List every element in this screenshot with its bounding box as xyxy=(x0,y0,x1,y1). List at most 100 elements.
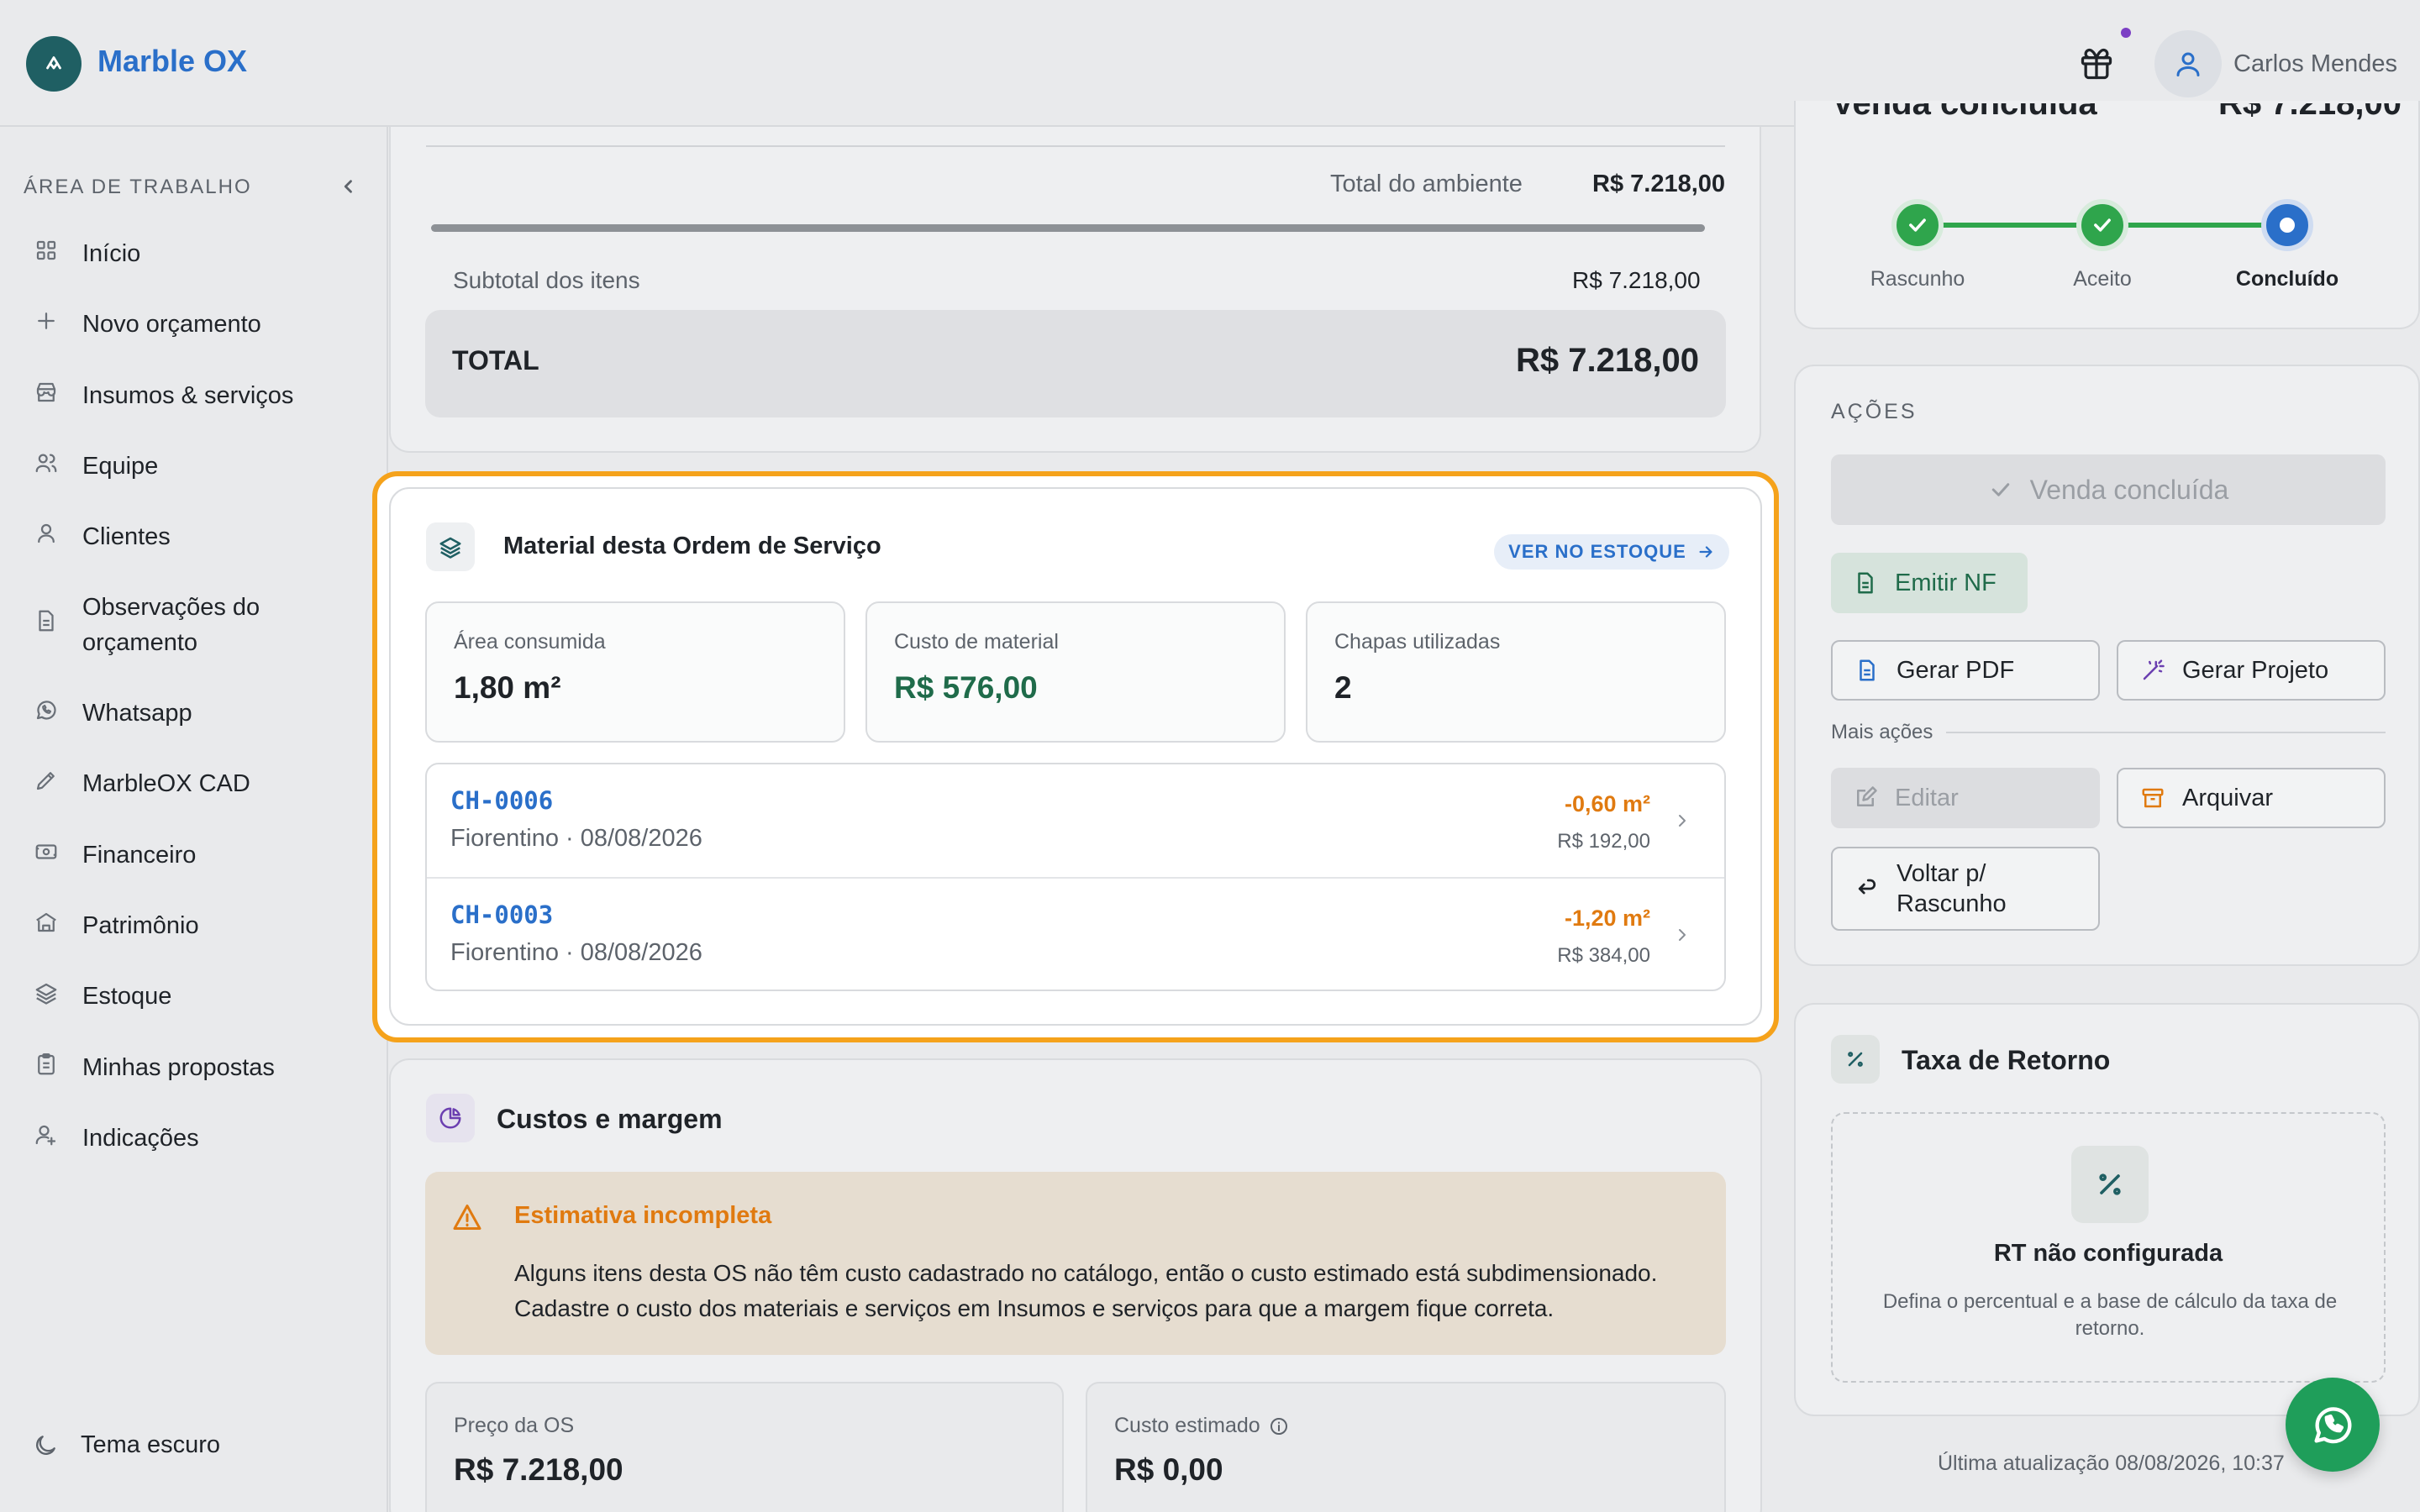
view-stock-link[interactable]: VER NO ESTOQUE xyxy=(1494,534,1729,570)
plus-icon xyxy=(38,312,55,329)
back-to-draft-label: Voltar p/ Rascunho xyxy=(1897,860,2007,917)
store-icon xyxy=(36,382,56,402)
total-ambiente-label: Total do ambiente xyxy=(1330,171,1523,197)
sidebar-item-indicacoes[interactable]: Indicações xyxy=(34,1121,378,1156)
sheet-subtitle: Fiorentino · 08/08/2026 xyxy=(450,939,702,966)
sidebar-item-label: Patrimônio xyxy=(82,912,199,939)
stat-material-cost: Custo de material R$ 576,00 xyxy=(865,601,1286,743)
sidebar-item-label: Estoque xyxy=(82,983,172,1010)
sidebar-item-label: Clientes xyxy=(82,523,171,550)
archive-label: Arquivar xyxy=(2182,784,2273,811)
more-actions-label: Mais ações xyxy=(1831,721,1933,743)
user-icon xyxy=(38,523,55,543)
magic-wand-icon xyxy=(2143,659,2165,680)
return-rate-empty-state[interactable]: RT não configurada Defina o percentual e… xyxy=(1831,1112,2386,1383)
grand-total-label: TOTAL xyxy=(452,345,539,375)
whatsapp-icon xyxy=(2314,1407,2352,1444)
sidebar-item-label: Minhas propostas xyxy=(82,1054,275,1081)
sheet-quantity: -0,60 m² xyxy=(1564,791,1650,816)
estimated-cost-box: Custo estimado R$ 0,00 xyxy=(1086,1382,1726,1512)
sheet-cost: R$ 192,00 xyxy=(1557,830,1650,853)
sidebar-item-label: Observações do orçamento xyxy=(82,594,260,656)
return-rate-title: Taxa de Retorno xyxy=(1902,1045,2111,1075)
theme-toggle[interactable]: Tema escuro xyxy=(32,1431,220,1459)
actions-heading: AÇÕES xyxy=(1831,400,1918,423)
totals-card: Total do ambiente R$ 7.218,00 Subtotal d… xyxy=(389,127,1761,453)
whatsapp-icon xyxy=(36,701,56,720)
stat-value: 2 xyxy=(1334,670,1352,705)
check-icon xyxy=(1991,483,2009,496)
sidebar-item-insumos[interactable]: Insumos & serviços xyxy=(34,378,378,413)
generate-project-button[interactable]: Gerar Projeto xyxy=(2117,640,2386,701)
sidebar-item-financeiro[interactable]: Financeiro xyxy=(34,837,378,873)
emit-nf-button[interactable]: Emitir NF xyxy=(1831,553,2028,613)
users-icon xyxy=(35,454,57,473)
brand-logo-icon[interactable] xyxy=(26,36,82,92)
sidebar-item-label: Whatsapp xyxy=(82,700,192,727)
sheet-row[interactable]: CH-0003 Fiorentino · 08/08/2026 -1,20 m²… xyxy=(427,877,1724,990)
grid-icon xyxy=(36,240,56,260)
grand-total-box: TOTAL R$ 7.218,00 xyxy=(425,310,1726,417)
sidebar-item-estoque[interactable]: Estoque xyxy=(34,979,378,1014)
status-heading-clipped: Venda concluída xyxy=(1832,103,2097,137)
sidebar-item-clientes[interactable]: Clientes xyxy=(34,519,378,554)
step-connector xyxy=(1918,223,2102,228)
moon-icon xyxy=(36,1435,55,1455)
estimated-cost-value: R$ 0,00 xyxy=(1114,1452,1223,1487)
theme-toggle-label: Tema escuro xyxy=(81,1431,221,1458)
sidebar-item-observacoes[interactable]: Observações do orçamento xyxy=(34,590,378,660)
return-rate-card: Taxa de Retorno RT não configurada Defin… xyxy=(1794,1003,2420,1416)
whatsapp-fab[interactable] xyxy=(2286,1378,2380,1472)
rt-empty-body: Defina o percentual e a base de cálculo … xyxy=(1882,1290,2338,1340)
sidebar-item-propostas[interactable]: Minhas propostas xyxy=(34,1050,378,1085)
gift-icon[interactable] xyxy=(2078,45,2115,82)
sheet-row[interactable]: CH-0006 Fiorentino · 08/08/2026 -0,60 m²… xyxy=(427,764,1724,877)
return-arrow-icon xyxy=(1858,879,1876,895)
sidebar-heading: ÁREA DE TRABALHO xyxy=(24,176,252,198)
subtotal-value: R$ 7.218,00 xyxy=(1572,267,1701,293)
divider xyxy=(426,145,1725,147)
brand-name[interactable]: Marble OX xyxy=(97,44,247,79)
pencil-icon xyxy=(36,772,55,790)
alert-title: Estimativa incompleta xyxy=(514,1202,772,1229)
layers-icon xyxy=(426,522,475,571)
generate-pdf-button[interactable]: Gerar PDF xyxy=(1831,640,2100,701)
sidebar-item-whatsapp[interactable]: Whatsapp xyxy=(34,696,378,731)
info-icon[interactable] xyxy=(1269,1416,1289,1436)
costs-card: Custos e margem Estimativa incompleta Al… xyxy=(389,1058,1762,1512)
step-rascunho-check-icon xyxy=(1891,199,1944,251)
file-text-icon xyxy=(1858,572,1873,594)
user-name[interactable]: Carlos Mendes xyxy=(2233,50,2397,78)
sheet-code: CH-0003 xyxy=(450,900,554,929)
arrow-right-icon xyxy=(1699,546,1712,558)
sidebar-item-label: Financeiro xyxy=(82,842,197,869)
back-to-draft-button[interactable]: Voltar p/ Rascunho xyxy=(1831,847,2100,931)
percent-icon xyxy=(2071,1146,2149,1223)
archive-button[interactable]: Arquivar xyxy=(2117,768,2386,828)
step-label: Aceito xyxy=(2073,267,2132,291)
sidebar: ÁREA DE TRABALHO Início Novo orçamento I… xyxy=(0,127,388,1512)
notification-dot xyxy=(2121,28,2131,38)
sidebar-item-equipe[interactable]: Equipe xyxy=(34,449,378,484)
money-icon xyxy=(35,844,57,859)
estimated-cost-label-row: Custo estimado xyxy=(1114,1414,1289,1438)
last-update: Última atualização 08/08/2026, 10:37 xyxy=(1938,1452,2285,1475)
sidebar-item-patrimonio[interactable]: Patrimônio xyxy=(34,908,378,943)
os-price-box: Preço da OS R$ 7.218,00 xyxy=(425,1382,1064,1512)
subtotal-label: Subtotal dos itens xyxy=(453,267,640,293)
stat-sheets: Chapas utilizadas 2 xyxy=(1306,601,1726,743)
clipboard-icon xyxy=(38,1053,55,1075)
sidebar-item-novo-orcamento[interactable]: Novo orçamento xyxy=(34,307,378,342)
sidebar-item-cad[interactable]: MarbleOX CAD xyxy=(34,766,378,801)
sale-completed-button[interactable]: Venda concluída xyxy=(1831,454,2386,525)
user-avatar[interactable] xyxy=(2154,30,2222,97)
os-price-label: Preço da OS xyxy=(454,1414,575,1437)
edit-button[interactable]: Editar xyxy=(1831,768,2100,828)
warning-icon xyxy=(453,1205,481,1230)
sheet-list: CH-0006 Fiorentino · 08/08/2026 -0,60 m²… xyxy=(425,763,1726,991)
incomplete-estimate-alert: Estimativa incompleta Alguns itens desta… xyxy=(425,1172,1726,1355)
chevron-right-icon xyxy=(1679,815,1686,827)
chevron-left-icon[interactable] xyxy=(336,174,361,199)
sidebar-item-inicio[interactable]: Início xyxy=(34,236,378,271)
costs-title: Custos e margem xyxy=(497,1104,723,1134)
